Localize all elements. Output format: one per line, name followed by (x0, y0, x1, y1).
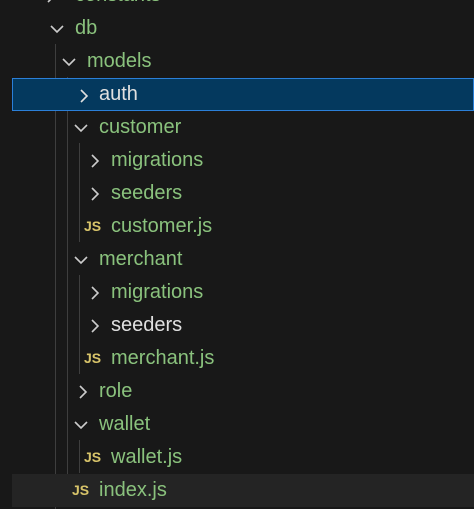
chevron-right-icon[interactable] (77, 89, 91, 103)
tree-item-label: migrations (111, 281, 204, 303)
tree-item-constants[interactable]: constants (0, 0, 474, 12)
tree-item-customer-js[interactable]: JS customer.js (0, 210, 474, 243)
tree-item-wallet[interactable]: wallet (0, 408, 474, 441)
tree-item-label: wallet (99, 413, 151, 435)
tree-item-label: constants (75, 0, 161, 12)
tree-item-label: seeders (111, 182, 183, 204)
js-file-icon: JS (84, 449, 102, 465)
chevron-right-icon[interactable] (88, 286, 102, 300)
chevron-down-icon[interactable] (62, 55, 76, 69)
tree-item-label: migrations (111, 149, 204, 171)
tree-item-label: db (75, 17, 98, 39)
js-file-icon: JS (84, 350, 102, 366)
tree-item-label: merchant.js (111, 347, 215, 369)
chevron-right-icon[interactable] (88, 154, 102, 168)
tree-item-wallet-js[interactable]: JS wallet.js (0, 441, 474, 474)
tree-item-role[interactable]: role (0, 375, 474, 408)
chevron-down-icon[interactable] (74, 121, 88, 135)
tree-item-label: wallet.js (111, 446, 183, 468)
tree-item-merchant[interactable]: merchant (0, 243, 474, 276)
tree-item-label: merchant (99, 248, 183, 270)
tree-item-label: role (99, 380, 133, 402)
tree-item-label: customer (99, 116, 182, 138)
tree-item-merchant-js[interactable]: JS merchant.js (0, 342, 474, 375)
tree-item-label: auth (99, 83, 138, 105)
tree-item-customer[interactable]: customer (0, 111, 474, 144)
tree-item-index-js[interactable]: JS index.js (12, 474, 474, 507)
tree-item-seeders[interactable]: seeders (0, 177, 474, 210)
chevron-down-icon[interactable] (74, 253, 88, 267)
tree-item-models[interactable]: models (0, 45, 474, 78)
chevron-right-icon[interactable] (76, 385, 90, 399)
tree-item-auth[interactable]: auth (12, 78, 474, 111)
tree-item-migrations[interactable]: migrations (0, 144, 474, 177)
tree-item-label: index.js (99, 479, 167, 501)
tree-item-label: customer.js (111, 215, 213, 237)
chevron-right-icon[interactable] (88, 319, 102, 333)
chevron-right-icon[interactable] (88, 187, 102, 201)
file-explorer-tree: constants db models auth customer migrat… (0, 0, 474, 509)
js-file-icon: JS (72, 482, 90, 498)
chevron-down-icon[interactable] (74, 418, 88, 432)
tree-item-migrations[interactable]: migrations (0, 276, 474, 309)
tree-item-seeders[interactable]: seeders (0, 309, 474, 342)
chevron-right-icon[interactable] (44, 0, 58, 3)
chevron-down-icon[interactable] (50, 22, 64, 36)
tree-item-label: seeders (111, 314, 183, 336)
tree-item-db[interactable]: db (0, 12, 474, 45)
tree-item-label: models (87, 50, 152, 72)
js-file-icon: JS (84, 218, 102, 234)
